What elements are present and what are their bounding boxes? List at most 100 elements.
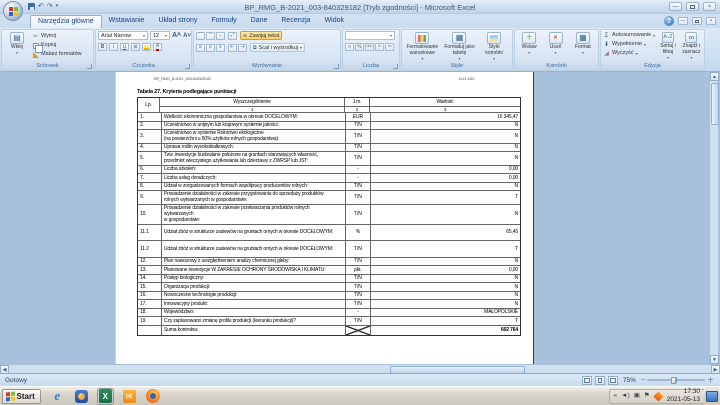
ribbon-tabs: Narzędzia główneWstawianieUkład stronyFo…	[30, 15, 351, 28]
taskbar-clock[interactable]: 17:30 2021-05-13	[667, 388, 700, 404]
network-icon[interactable]: ▣	[634, 393, 640, 400]
font-color-icon[interactable]: A	[153, 43, 162, 51]
format-cells-button[interactable]: ▦ Format▾	[570, 31, 596, 56]
scroll-down-icon[interactable]: ▼	[710, 355, 719, 364]
mail-icon[interactable]: ✉	[122, 389, 137, 404]
number-dialog-launcher[interactable]	[393, 64, 398, 69]
percent-style-icon[interactable]: %	[355, 43, 364, 51]
vertical-scrollbar[interactable]: ▲ ▼	[709, 72, 718, 364]
cell-value: 0,00	[371, 174, 520, 182]
merge-center-button[interactable]: ⧉ Scal i wyśrodkuj ▾	[250, 43, 305, 52]
wrap-text-button[interactable]: ≋ Zawijaj tekst	[240, 31, 282, 40]
tab-dane[interactable]: Dane	[244, 15, 275, 28]
number-format-combo[interactable]: ▾	[345, 31, 395, 40]
tab-formuły[interactable]: Formuły	[204, 15, 243, 28]
cell-styles-icon	[487, 32, 501, 44]
media-player-icon[interactable]	[74, 389, 89, 404]
zoom-out-icon[interactable]: −	[641, 377, 645, 384]
increase-indent-icon[interactable]: ⇥	[238, 44, 247, 52]
cell-lp: 9.	[138, 191, 162, 204]
cell-unit: T/N	[346, 205, 371, 224]
tab-wstawianie[interactable]: Wstawianie	[102, 15, 152, 28]
book-restore-button[interactable]	[692, 17, 702, 25]
worksheet-page[interactable]: BP_RMG_B-2021_003-840329182 1414-1/52 Ta…	[115, 72, 534, 364]
book-minimize-button[interactable]: —	[678, 17, 688, 25]
align-top-icon[interactable]: ⠉	[196, 32, 205, 40]
help-icon[interactable]: ?	[664, 16, 674, 26]
show-desktop-button[interactable]	[706, 391, 718, 402]
underline-button[interactable]: U	[120, 43, 129, 51]
increase-decimal-icon[interactable]: .0˂	[375, 43, 384, 51]
tab-narzędzia-główne[interactable]: Narzędzia główne	[30, 15, 102, 28]
scroll-up-icon[interactable]: ▲	[710, 72, 719, 81]
zoom-level[interactable]: 75%	[623, 377, 636, 384]
align-bottom-icon[interactable]: ⠤	[216, 32, 225, 40]
decrease-decimal-icon[interactable]: .0˃	[385, 43, 394, 51]
comma-style-icon[interactable]: 000	[365, 43, 374, 51]
volume-icon[interactable]: ◄)	[621, 393, 630, 400]
cell-styles-button[interactable]: Style komórki▾	[478, 31, 510, 62]
tab-układ-strony[interactable]: Układ strony	[151, 15, 204, 28]
start-button[interactable]: Start	[2, 389, 41, 404]
restore-button[interactable]	[686, 2, 699, 11]
clear-button[interactable]: ◢Wyczyść▾	[603, 50, 655, 57]
action-center-flag-icon[interactable]: ⚑	[644, 393, 650, 400]
orientation-icon[interactable]: ⤢	[228, 32, 237, 40]
firefox-icon[interactable]	[146, 389, 161, 404]
font-dialog-launcher[interactable]	[185, 64, 190, 69]
align-right-icon[interactable]: ≡	[216, 44, 225, 52]
page-break-view-button[interactable]	[608, 376, 618, 385]
autosum-button[interactable]: ΣAutosumowanie▾	[603, 32, 655, 39]
cell-description: Udział w zorganizowanych formach współpr…	[162, 183, 346, 191]
align-center-icon[interactable]: ≡	[206, 44, 215, 52]
italic-button[interactable]: I	[109, 43, 118, 51]
zoom-slider-thumb[interactable]	[671, 377, 676, 384]
fill-button[interactable]: ⬇Wypełnienie▾	[603, 41, 655, 48]
vertical-scroll-thumb[interactable]	[711, 83, 719, 125]
alignment-dialog-launcher[interactable]	[334, 64, 339, 69]
shrink-font-icon[interactable]: A˅	[183, 33, 191, 39]
col-number-3: 3	[370, 107, 520, 112]
sort-filter-button[interactable]: A↓Z Sortuj i filtruj▾	[658, 31, 678, 61]
align-left-icon[interactable]: ≡	[196, 44, 205, 52]
align-middle-icon[interactable]: ⠒	[206, 32, 215, 40]
conditional-formatting-button[interactable]: Formatowanie warunkowe▾	[404, 31, 441, 62]
clipboard-dialog-launcher[interactable]	[87, 64, 92, 69]
internet-explorer-icon[interactable]: e	[50, 389, 65, 404]
close-button[interactable]: ×	[703, 2, 716, 11]
zoom-slider[interactable]: − ＋	[641, 377, 714, 384]
bold-button[interactable]: B	[98, 43, 107, 51]
cell-description: Udział zbóż w strukturze zasiewów na gru…	[162, 225, 346, 241]
insert-cells-button[interactable]: ＋ Wstaw▾	[517, 31, 541, 56]
cut-button[interactable]: ✂Wytnij	[32, 33, 82, 40]
page-layout-view-button[interactable]	[595, 376, 605, 385]
table-title: Tabela 27. Kryteria podlegające punktacj…	[137, 89, 236, 95]
cell-value: T	[371, 317, 520, 325]
antivirus-icon[interactable]	[653, 391, 663, 401]
hidden-icons-button[interactable]: «	[614, 393, 618, 400]
decrease-indent-icon[interactable]: ⇤	[228, 44, 237, 52]
minimize-button[interactable]: —	[669, 2, 682, 11]
excel-taskbar-icon[interactable]: X	[98, 389, 113, 404]
format-cells-icon: ▦	[576, 32, 590, 44]
format-as-table-button[interactable]: ▦ Formatuj jako tabelę▾	[442, 31, 478, 62]
fill-color-icon[interactable]	[142, 43, 151, 51]
zoom-in-icon[interactable]: ＋	[707, 377, 714, 384]
office-button[interactable]	[3, 1, 23, 21]
group-clipboard: ▤ Wklej ▾ ✂Wytnij Kopiuj Malarz formatów…	[1, 29, 94, 71]
delete-cells-button[interactable]: ✕ Usuń▾	[543, 31, 567, 56]
paste-button[interactable]: ▤ Wklej ▾	[4, 31, 30, 56]
font-size-combo[interactable]: 12▾	[150, 31, 170, 40]
tab-widok[interactable]: Widok	[318, 15, 351, 28]
tab-recenzja[interactable]: Recenzja	[274, 15, 317, 28]
horizontal-scrollbar[interactable]: ◀ ▶	[0, 364, 720, 373]
find-select-button[interactable]: ∞ Znajdź i zaznacz▾	[681, 31, 702, 61]
book-close-button[interactable]: ×	[706, 17, 716, 25]
borders-icon[interactable]: ⊞	[131, 43, 140, 51]
font-name-combo[interactable]: Arial Narrow▾	[98, 31, 148, 40]
copy-button[interactable]: Kopiuj	[32, 42, 82, 49]
accounting-format-icon[interactable]: ¤	[345, 43, 354, 51]
normal-view-button[interactable]	[582, 376, 592, 385]
cell-lp: 14.	[138, 275, 162, 283]
grow-font-icon[interactable]: A˄	[172, 32, 181, 39]
